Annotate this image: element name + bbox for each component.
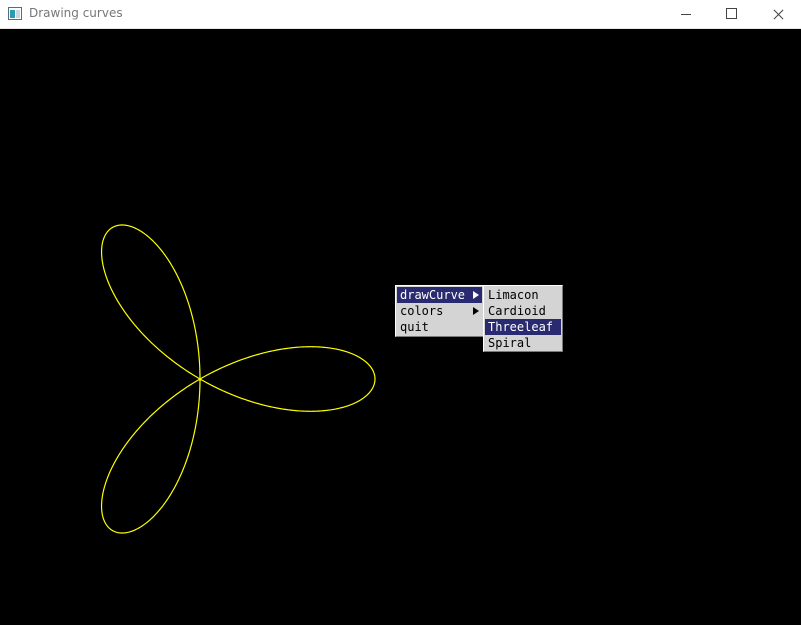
menu-item-colors[interactable]: colors (397, 303, 482, 319)
app-window-icon[interactable] (8, 7, 22, 20)
submenu-item-label: Limacon (488, 288, 539, 302)
app-window: Drawing curves drawCurve colors quit Lim… (0, 0, 801, 625)
submenu-item-threeleaf[interactable]: Threeleaf (485, 319, 561, 335)
submenu-item-label: Spiral (488, 336, 532, 350)
window-title: Drawing curves (29, 6, 123, 20)
submenu-item-cardioid[interactable]: Cardioid (485, 303, 561, 319)
minimize-button[interactable] (663, 0, 709, 29)
menu-item-label: drawCurve (400, 288, 466, 302)
menu-item-label: colors (400, 304, 444, 318)
triangle-right-icon (473, 291, 479, 299)
context-menu: drawCurve colors quit (395, 285, 484, 337)
menu-item-label: quit (400, 320, 429, 334)
threeleaf-curve (100, 224, 376, 534)
drawcurve-submenu: Limacon Cardioid Threeleaf Spiral (483, 285, 563, 352)
submenu-item-limacon[interactable]: Limacon (485, 287, 561, 303)
submenu-item-label: Cardioid (488, 304, 546, 318)
menu-item-quit[interactable]: quit (397, 319, 482, 335)
title-bar[interactable]: Drawing curves (0, 0, 801, 29)
drawing-canvas[interactable]: drawCurve colors quit Limacon Cardioid T… (0, 29, 801, 625)
maximize-button[interactable] (709, 0, 755, 29)
triangle-right-icon (473, 307, 479, 315)
submenu-item-spiral[interactable]: Spiral (485, 335, 561, 351)
submenu-item-label: Threeleaf (488, 320, 554, 334)
close-button[interactable] (755, 0, 801, 29)
menu-item-drawcurve[interactable]: drawCurve (397, 287, 482, 303)
